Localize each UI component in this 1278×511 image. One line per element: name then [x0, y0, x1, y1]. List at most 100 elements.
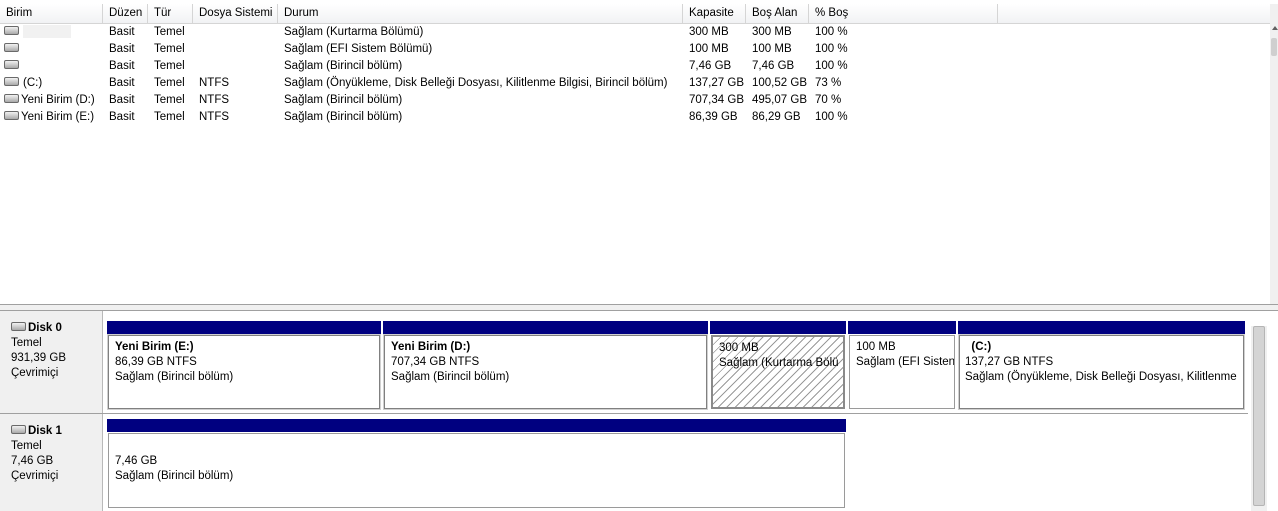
capacity-cell: 7,46 GB — [689, 60, 732, 72]
drive-icon — [11, 425, 26, 435]
disk-map-scrollbar[interactable] — [1251, 326, 1267, 511]
volume-name-cell — [0, 41, 103, 58]
column-header-dosya-sistemi[interactable]: Dosya Sistemi — [193, 4, 278, 23]
partition-bar — [383, 321, 708, 334]
column-header-duzen[interactable]: Düzen — [103, 4, 148, 23]
disk-map: Disk 0 Temel 931,39 GB Çevrimiçi Yeni Bi… — [0, 311, 1278, 511]
filesystem-cell — [193, 58, 278, 75]
layout-cell: Basit — [109, 77, 135, 89]
percent-free-cell: 100 % — [815, 43, 848, 55]
partition-disk1-primary[interactable]: 7,46 GB Sağlam (Birincil bölüm) — [107, 419, 846, 508]
disk-type: Temel — [11, 440, 42, 452]
layout-cell: Basit — [109, 111, 135, 123]
filesystem-cell — [193, 24, 278, 41]
disk-row-divider — [0, 413, 1248, 414]
column-header-durum[interactable]: Durum — [278, 4, 683, 23]
list-row[interactable]: (C:) Basit Temel NTFS Sağlam (Önyükleme,… — [0, 75, 1270, 92]
scroll-up-arrow-icon[interactable] — [1272, 26, 1278, 30]
volume-name-cell: Yeni Birim (D:) — [0, 92, 103, 109]
partition-name: Yeni Birim (D:) — [391, 341, 471, 353]
partition-status: Sağlam (Birincil bölüm) — [391, 371, 510, 383]
partition-efi[interactable]: 100 MB Sağlam (EFI Sisten — [848, 321, 956, 409]
partition-bar — [958, 321, 1245, 334]
filesystem-cell: NTFS — [199, 77, 230, 89]
list-row[interactable]: Yeni Birim (E:) Basit Temel NTFS Sağlam … — [0, 109, 1270, 126]
partition-box: 300 MB Sağlam (Kurtarma Bölü — [711, 335, 845, 409]
disk-1-label[interactable]: Disk 1 Temel 7,46 GB Çevrimiçi — [0, 414, 103, 511]
partition-size: 7,46 GB — [115, 455, 158, 467]
disk-state: Çevrimiçi — [11, 470, 59, 482]
partition-recovery[interactable]: 300 MB Sağlam (Kurtarma Bölü — [710, 321, 846, 409]
pane-splitter[interactable] — [0, 304, 1278, 311]
column-header-filler — [998, 4, 1270, 23]
partition-box: (C:) 137,27 GB NTFS Sağlam (Önyükleme, D… — [959, 335, 1244, 409]
drive-icon — [4, 26, 19, 36]
partition-size: 100 MB — [856, 341, 896, 353]
type-cell: Temel — [154, 60, 185, 72]
list-row[interactable]: Basit Temel Sağlam (EFI Sistem Bölümü) 1… — [0, 41, 1270, 58]
layout-cell: Basit — [109, 26, 135, 38]
capacity-cell: 86,39 GB — [689, 111, 738, 123]
partition-d[interactable]: Yeni Birim (D:) 707,34 GB NTFS Sağlam (B… — [383, 321, 708, 409]
status-cell: Sağlam (Birincil bölüm) — [284, 111, 403, 123]
partition-status: Sağlam (Birincil bölüm) — [115, 470, 234, 482]
volume-name — [23, 25, 71, 39]
volume-name: Yeni Birim (D:) — [21, 94, 95, 106]
volume-name: Yeni Birim (E:) — [21, 111, 95, 123]
volume-name-cell: Yeni Birim (E:) — [0, 109, 103, 126]
percent-free-cell: 100 % — [815, 60, 848, 72]
type-cell: Temel — [154, 94, 185, 106]
list-row[interactable]: Basit Temel Sağlam (Kurtarma Bölümü) 300… — [0, 24, 1270, 41]
partition-box: Yeni Birim (D:) 707,34 GB NTFS Sağlam (B… — [384, 335, 707, 409]
free-space-cell: 495,07 GB — [752, 94, 807, 106]
disk-title: Disk 1 — [28, 425, 62, 437]
volume-list: Birim Düzen Tür Dosya Sistemi Durum Kapa… — [0, 0, 1278, 304]
disk-state: Çevrimiçi — [11, 367, 59, 379]
partition-bar — [848, 321, 956, 334]
partition-e[interactable]: Yeni Birim (E:) 86,39 GB NTFS Sağlam (Bi… — [107, 321, 381, 409]
list-scrollbar[interactable] — [1270, 4, 1278, 304]
list-row[interactable]: Yeni Birim (D:) Basit Temel NTFS Sağlam … — [0, 92, 1270, 109]
disk-type: Temel — [11, 337, 42, 349]
disk-size: 931,39 GB — [11, 352, 66, 364]
disk-0-label[interactable]: Disk 0 Temel 931,39 GB Çevrimiçi — [0, 311, 103, 414]
column-header-bos-alan[interactable]: Boş Alan — [746, 4, 809, 23]
partition-status: Sağlam (Kurtarma Bölü — [719, 357, 839, 369]
scroll-thumb[interactable] — [1253, 326, 1265, 506]
column-header-birim[interactable]: Birim — [0, 4, 103, 23]
capacity-cell: 707,34 GB — [689, 94, 744, 106]
status-cell: Sağlam (Birincil bölüm) — [284, 60, 403, 72]
volume-name-cell — [0, 24, 103, 41]
column-header-tur[interactable]: Tür — [148, 4, 193, 23]
partition-bar — [107, 419, 846, 432]
free-space-cell: 100 MB — [752, 43, 792, 55]
partition-name: (C:) — [965, 341, 992, 353]
free-space-cell: 100,52 GB — [752, 77, 807, 89]
partition-box: 100 MB Sağlam (EFI Sisten — [849, 335, 955, 409]
partition-bar — [710, 321, 846, 334]
partition-c[interactable]: (C:) 137,27 GB NTFS Sağlam (Önyükleme, D… — [958, 321, 1245, 409]
partition-bar — [107, 321, 381, 334]
type-cell: Temel — [154, 26, 185, 38]
percent-free-cell: 73 % — [815, 77, 842, 89]
volume-name: (C:) — [23, 77, 43, 89]
capacity-cell: 300 MB — [689, 26, 729, 38]
filesystem-cell — [193, 41, 278, 58]
column-header-kapasite[interactable]: Kapasite — [683, 4, 746, 23]
partition-size: 707,34 GB NTFS — [391, 356, 480, 368]
column-header-yuzde-bos[interactable]: % Boş — [809, 4, 998, 23]
partition-name: Yeni Birim (E:) — [115, 341, 194, 353]
free-space-cell: 86,29 GB — [752, 111, 801, 123]
volume-name-cell — [0, 58, 103, 75]
partition-size: 86,39 GB NTFS — [115, 356, 197, 368]
status-cell: Sağlam (Birincil bölüm) — [284, 94, 403, 106]
drive-icon — [4, 60, 19, 70]
partition-status: Sağlam (Önyükleme, Disk Belleği Dosyası,… — [965, 371, 1237, 383]
capacity-cell: 100 MB — [689, 43, 729, 55]
capacity-cell: 137,27 GB — [689, 77, 744, 89]
percent-free-cell: 100 % — [815, 26, 848, 38]
list-row[interactable]: Basit Temel Sağlam (Birincil bölüm) 7,46… — [0, 58, 1270, 75]
drive-icon — [11, 322, 26, 332]
scroll-thumb[interactable] — [1271, 38, 1277, 56]
volume-name-cell: (C:) — [0, 75, 103, 92]
